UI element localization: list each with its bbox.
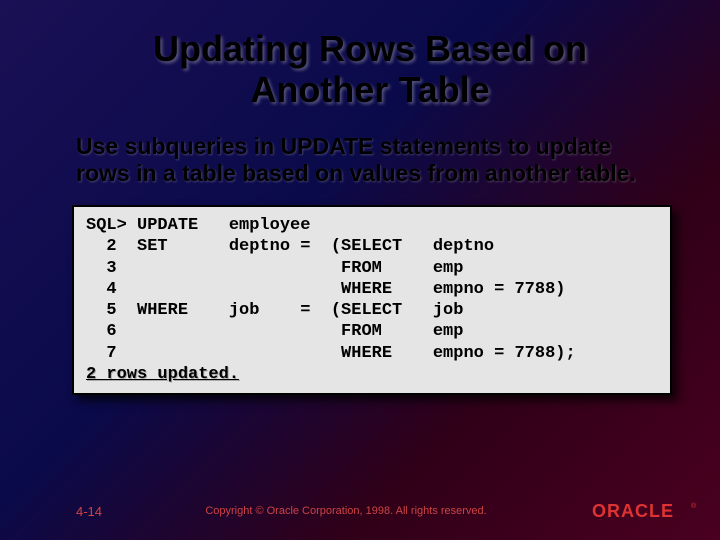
code-block: SQL> UPDATE employee 2 SET deptno = (SEL… (72, 205, 672, 395)
code-line-6: 6 FROM emp (86, 322, 463, 341)
svg-text:®: ® (691, 502, 697, 510)
slide-title: Updating Rows Based on Another Table (0, 0, 720, 111)
code-line-5: 5 WHERE job = (SELECT job (86, 301, 463, 320)
code-line-2: 2 SET deptno = (SELECT deptno (86, 237, 494, 256)
footer: 4-14 Copyright © Oracle Corporation, 199… (0, 500, 720, 522)
code-line-1: SQL> UPDATE employee (86, 216, 310, 235)
oracle-logo-text: ORACLE (592, 501, 674, 521)
code-line-4: 4 WHERE empno = 7788) (86, 280, 565, 299)
oracle-logo: ORACLE ® (590, 500, 700, 522)
code-line-3: 3 FROM emp (86, 259, 463, 278)
slide-subtitle: Use subqueries in UPDATE statements to u… (0, 111, 720, 201)
code-line-7: 7 WHERE empno = 7788); (86, 344, 576, 363)
copyright-text: Copyright © Oracle Corporation, 1998. Al… (102, 505, 590, 517)
code-result: 2 rows updated. (86, 365, 239, 384)
page-number: 4-14 (76, 504, 102, 519)
